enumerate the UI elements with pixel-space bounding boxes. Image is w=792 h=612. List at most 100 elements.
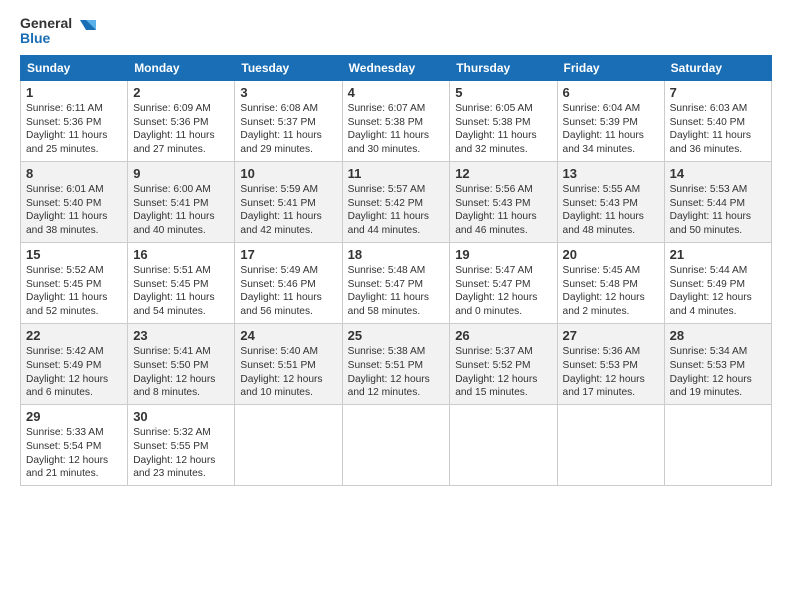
calendar-cell bbox=[450, 405, 557, 486]
day-number: 1 bbox=[26, 85, 122, 100]
calendar-cell: 10 Sunrise: 5:59 AM Sunset: 5:41 PM Dayl… bbox=[235, 161, 342, 242]
weekday-header-row: SundayMondayTuesdayWednesdayThursdayFrid… bbox=[21, 55, 772, 80]
weekday-header-friday: Friday bbox=[557, 55, 664, 80]
weekday-header-monday: Monday bbox=[128, 55, 235, 80]
page-header: General Blue bbox=[20, 16, 772, 47]
calendar-cell bbox=[557, 405, 664, 486]
day-number: 22 bbox=[26, 328, 122, 343]
calendar-week-3: 15 Sunrise: 5:52 AM Sunset: 5:45 PM Dayl… bbox=[21, 242, 772, 323]
calendar-week-2: 8 Sunrise: 6:01 AM Sunset: 5:40 PM Dayli… bbox=[21, 161, 772, 242]
day-info: Sunrise: 5:42 AM Sunset: 5:49 PM Dayligh… bbox=[26, 345, 122, 400]
day-number: 23 bbox=[133, 328, 229, 343]
calendar-cell: 28 Sunrise: 5:34 AM Sunset: 5:53 PM Dayl… bbox=[664, 323, 771, 404]
calendar-cell: 22 Sunrise: 5:42 AM Sunset: 5:49 PM Dayl… bbox=[21, 323, 128, 404]
day-info: Sunrise: 6:05 AM Sunset: 5:38 PM Dayligh… bbox=[455, 102, 551, 157]
day-number: 13 bbox=[563, 166, 659, 181]
day-number: 17 bbox=[240, 247, 336, 262]
weekday-header-sunday: Sunday bbox=[21, 55, 128, 80]
calendar-cell: 2 Sunrise: 6:09 AM Sunset: 5:36 PM Dayli… bbox=[128, 80, 235, 161]
calendar-week-1: 1 Sunrise: 6:11 AM Sunset: 5:36 PM Dayli… bbox=[21, 80, 772, 161]
day-info: Sunrise: 5:51 AM Sunset: 5:45 PM Dayligh… bbox=[133, 264, 229, 319]
logo-blue: Blue bbox=[20, 31, 72, 46]
calendar-cell: 20 Sunrise: 5:45 AM Sunset: 5:48 PM Dayl… bbox=[557, 242, 664, 323]
day-info: Sunrise: 6:08 AM Sunset: 5:37 PM Dayligh… bbox=[240, 102, 336, 157]
day-info: Sunrise: 5:38 AM Sunset: 5:51 PM Dayligh… bbox=[348, 345, 445, 400]
logo-bird-icon bbox=[76, 18, 96, 40]
day-number: 18 bbox=[348, 247, 445, 262]
day-number: 7 bbox=[670, 85, 766, 100]
calendar-cell: 29 Sunrise: 5:33 AM Sunset: 5:54 PM Dayl… bbox=[21, 405, 128, 486]
calendar-cell bbox=[342, 405, 450, 486]
day-number: 2 bbox=[133, 85, 229, 100]
day-info: Sunrise: 6:03 AM Sunset: 5:40 PM Dayligh… bbox=[670, 102, 766, 157]
weekday-header-saturday: Saturday bbox=[664, 55, 771, 80]
calendar-table: SundayMondayTuesdayWednesdayThursdayFrid… bbox=[20, 55, 772, 486]
calendar-cell: 14 Sunrise: 5:53 AM Sunset: 5:44 PM Dayl… bbox=[664, 161, 771, 242]
day-number: 24 bbox=[240, 328, 336, 343]
day-number: 14 bbox=[670, 166, 766, 181]
calendar-cell: 7 Sunrise: 6:03 AM Sunset: 5:40 PM Dayli… bbox=[664, 80, 771, 161]
day-info: Sunrise: 5:45 AM Sunset: 5:48 PM Dayligh… bbox=[563, 264, 659, 319]
calendar-cell: 13 Sunrise: 5:55 AM Sunset: 5:43 PM Dayl… bbox=[557, 161, 664, 242]
calendar-cell: 24 Sunrise: 5:40 AM Sunset: 5:51 PM Dayl… bbox=[235, 323, 342, 404]
day-info: Sunrise: 6:00 AM Sunset: 5:41 PM Dayligh… bbox=[133, 183, 229, 238]
day-number: 10 bbox=[240, 166, 336, 181]
day-number: 5 bbox=[455, 85, 551, 100]
day-info: Sunrise: 5:59 AM Sunset: 5:41 PM Dayligh… bbox=[240, 183, 336, 238]
day-number: 27 bbox=[563, 328, 659, 343]
day-info: Sunrise: 5:34 AM Sunset: 5:53 PM Dayligh… bbox=[670, 345, 766, 400]
calendar-cell: 11 Sunrise: 5:57 AM Sunset: 5:42 PM Dayl… bbox=[342, 161, 450, 242]
day-info: Sunrise: 5:55 AM Sunset: 5:43 PM Dayligh… bbox=[563, 183, 659, 238]
calendar-cell: 8 Sunrise: 6:01 AM Sunset: 5:40 PM Dayli… bbox=[21, 161, 128, 242]
day-number: 6 bbox=[563, 85, 659, 100]
day-info: Sunrise: 5:48 AM Sunset: 5:47 PM Dayligh… bbox=[348, 264, 445, 319]
calendar-cell bbox=[235, 405, 342, 486]
calendar-cell: 17 Sunrise: 5:49 AM Sunset: 5:46 PM Dayl… bbox=[235, 242, 342, 323]
day-number: 30 bbox=[133, 409, 229, 424]
day-info: Sunrise: 5:47 AM Sunset: 5:47 PM Dayligh… bbox=[455, 264, 551, 319]
calendar-cell: 6 Sunrise: 6:04 AM Sunset: 5:39 PM Dayli… bbox=[557, 80, 664, 161]
calendar-cell: 15 Sunrise: 5:52 AM Sunset: 5:45 PM Dayl… bbox=[21, 242, 128, 323]
calendar-cell: 12 Sunrise: 5:56 AM Sunset: 5:43 PM Dayl… bbox=[450, 161, 557, 242]
day-number: 25 bbox=[348, 328, 445, 343]
calendar-cell: 16 Sunrise: 5:51 AM Sunset: 5:45 PM Dayl… bbox=[128, 242, 235, 323]
calendar-cell: 26 Sunrise: 5:37 AM Sunset: 5:52 PM Dayl… bbox=[450, 323, 557, 404]
day-number: 11 bbox=[348, 166, 445, 181]
calendar-cell: 3 Sunrise: 6:08 AM Sunset: 5:37 PM Dayli… bbox=[235, 80, 342, 161]
day-number: 12 bbox=[455, 166, 551, 181]
day-number: 20 bbox=[563, 247, 659, 262]
weekday-header-thursday: Thursday bbox=[450, 55, 557, 80]
day-info: Sunrise: 6:07 AM Sunset: 5:38 PM Dayligh… bbox=[348, 102, 445, 157]
day-info: Sunrise: 6:04 AM Sunset: 5:39 PM Dayligh… bbox=[563, 102, 659, 157]
day-info: Sunrise: 6:01 AM Sunset: 5:40 PM Dayligh… bbox=[26, 183, 122, 238]
day-number: 8 bbox=[26, 166, 122, 181]
day-number: 29 bbox=[26, 409, 122, 424]
day-info: Sunrise: 5:37 AM Sunset: 5:52 PM Dayligh… bbox=[455, 345, 551, 400]
calendar-cell: 4 Sunrise: 6:07 AM Sunset: 5:38 PM Dayli… bbox=[342, 80, 450, 161]
calendar-cell: 27 Sunrise: 5:36 AM Sunset: 5:53 PM Dayl… bbox=[557, 323, 664, 404]
calendar-cell: 1 Sunrise: 6:11 AM Sunset: 5:36 PM Dayli… bbox=[21, 80, 128, 161]
day-info: Sunrise: 5:40 AM Sunset: 5:51 PM Dayligh… bbox=[240, 345, 336, 400]
calendar-cell: 18 Sunrise: 5:48 AM Sunset: 5:47 PM Dayl… bbox=[342, 242, 450, 323]
day-number: 16 bbox=[133, 247, 229, 262]
day-info: Sunrise: 5:53 AM Sunset: 5:44 PM Dayligh… bbox=[670, 183, 766, 238]
calendar-cell: 21 Sunrise: 5:44 AM Sunset: 5:49 PM Dayl… bbox=[664, 242, 771, 323]
day-number: 26 bbox=[455, 328, 551, 343]
calendar-cell: 23 Sunrise: 5:41 AM Sunset: 5:50 PM Dayl… bbox=[128, 323, 235, 404]
weekday-header-tuesday: Tuesday bbox=[235, 55, 342, 80]
logo-text-block: General Blue bbox=[20, 16, 72, 47]
logo-container: General Blue bbox=[20, 16, 96, 47]
day-number: 28 bbox=[670, 328, 766, 343]
calendar-week-5: 29 Sunrise: 5:33 AM Sunset: 5:54 PM Dayl… bbox=[21, 405, 772, 486]
logo: General Blue bbox=[20, 16, 96, 47]
calendar-cell: 9 Sunrise: 6:00 AM Sunset: 5:41 PM Dayli… bbox=[128, 161, 235, 242]
day-number: 15 bbox=[26, 247, 122, 262]
day-number: 9 bbox=[133, 166, 229, 181]
weekday-header-wednesday: Wednesday bbox=[342, 55, 450, 80]
day-number: 3 bbox=[240, 85, 336, 100]
calendar-cell bbox=[664, 405, 771, 486]
logo-general: General bbox=[20, 16, 72, 31]
day-info: Sunrise: 6:09 AM Sunset: 5:36 PM Dayligh… bbox=[133, 102, 229, 157]
calendar-cell: 19 Sunrise: 5:47 AM Sunset: 5:47 PM Dayl… bbox=[450, 242, 557, 323]
day-info: Sunrise: 5:44 AM Sunset: 5:49 PM Dayligh… bbox=[670, 264, 766, 319]
